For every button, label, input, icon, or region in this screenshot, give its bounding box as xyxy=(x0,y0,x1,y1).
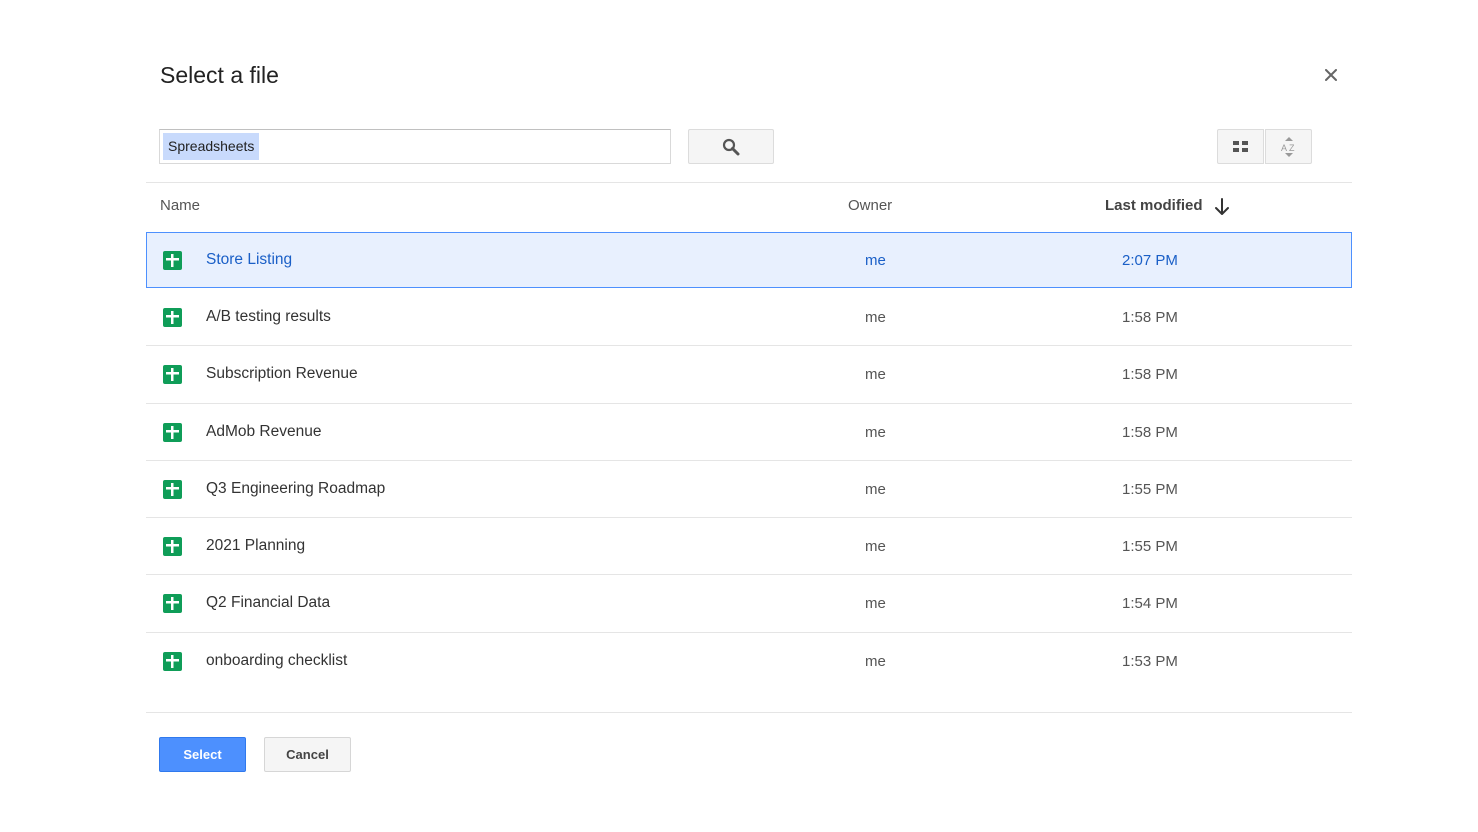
spreadsheet-icon xyxy=(163,594,182,614)
spreadsheet-icon xyxy=(163,251,182,270)
arrow-down-icon[interactable] xyxy=(1213,197,1231,217)
spreadsheet-icon xyxy=(163,651,182,671)
spreadsheet-icon xyxy=(163,422,182,442)
file-name: Store Listing xyxy=(206,251,293,268)
select-button[interactable]: Select xyxy=(159,737,246,772)
spreadsheet-icon xyxy=(163,308,182,327)
file-name: Subscription Revenue xyxy=(206,365,358,383)
sort-options-button[interactable]: A Z xyxy=(1265,129,1312,164)
file-modified-time: 1:58 PM xyxy=(1122,309,1178,326)
footer-divider xyxy=(146,712,1352,713)
sort-az-icon: A Z xyxy=(1281,136,1295,157)
grid-view-button[interactable] xyxy=(1217,129,1264,164)
column-header-owner[interactable]: Owner xyxy=(848,197,892,214)
dialog-title: Select a file xyxy=(160,62,279,88)
file-owner: me xyxy=(865,480,886,498)
file-modified-time: 1:55 PM xyxy=(1122,480,1178,498)
svg-text:A: A xyxy=(1281,143,1287,153)
grid-view-icon xyxy=(1232,140,1248,152)
file-row[interactable]: Q2 Financial Data me 1:54 PM xyxy=(146,575,1352,633)
spreadsheet-icon xyxy=(163,365,182,385)
header-divider xyxy=(146,182,1352,183)
file-owner: me xyxy=(865,366,886,384)
file-modified-time: 1:55 PM xyxy=(1122,538,1178,556)
file-name: onboarding checklist xyxy=(206,651,348,669)
cancel-button[interactable]: Cancel xyxy=(264,737,351,772)
file-picker-dialog: Select a file Spreadsheets A Z Name Owne… xyxy=(0,0,1478,832)
file-row[interactable]: onboarding checklist me 1:53 PM xyxy=(146,633,1352,690)
file-modified-time: 1:58 PM xyxy=(1122,366,1178,384)
file-row[interactable]: A/B testing results me 1:58 PM xyxy=(146,289,1352,347)
file-modified-time: 1:54 PM xyxy=(1122,595,1178,613)
search-icon xyxy=(722,138,740,155)
file-row[interactable]: Subscription Revenue me 1:58 PM xyxy=(146,346,1352,404)
file-list: Store Listing me 2:07 PM A/B testing res… xyxy=(146,232,1352,690)
file-owner: me xyxy=(865,252,886,269)
close-icon xyxy=(1325,69,1337,81)
spreadsheet-icon xyxy=(163,479,182,499)
file-owner: me xyxy=(865,595,886,613)
svg-text:Z: Z xyxy=(1289,143,1295,153)
file-owner: me xyxy=(865,423,886,441)
close-button[interactable] xyxy=(1318,62,1344,88)
file-name: Q2 Financial Data xyxy=(206,594,331,612)
file-name: Q3 Engineering Roadmap xyxy=(206,479,386,497)
spreadsheet-icon xyxy=(163,537,182,557)
file-owner: me xyxy=(865,309,886,326)
file-owner: me xyxy=(865,538,886,556)
search-input[interactable]: Spreadsheets xyxy=(159,129,671,164)
file-owner: me xyxy=(865,652,886,670)
search-button[interactable] xyxy=(688,129,774,164)
file-row[interactable]: AdMob Revenue me 1:58 PM xyxy=(146,404,1352,461)
file-modified-time: 2:07 PM xyxy=(1122,252,1178,269)
column-header-last-modified[interactable]: Last modified xyxy=(1105,197,1203,214)
file-row[interactable]: 2021 Planning me 1:55 PM xyxy=(146,518,1352,576)
column-header-name[interactable]: Name xyxy=(160,197,200,214)
file-modified-time: 1:58 PM xyxy=(1122,423,1178,441)
file-modified-time: 1:53 PM xyxy=(1122,652,1178,670)
file-name: 2021 Planning xyxy=(206,537,306,555)
file-name: AdMob Revenue xyxy=(206,422,322,440)
file-row[interactable]: Q3 Engineering Roadmap me 1:55 PM xyxy=(146,461,1352,519)
file-name: A/B testing results xyxy=(206,308,331,325)
file-row[interactable]: Store Listing me 2:07 PM xyxy=(146,232,1352,288)
search-query-text: Spreadsheets xyxy=(163,133,260,160)
